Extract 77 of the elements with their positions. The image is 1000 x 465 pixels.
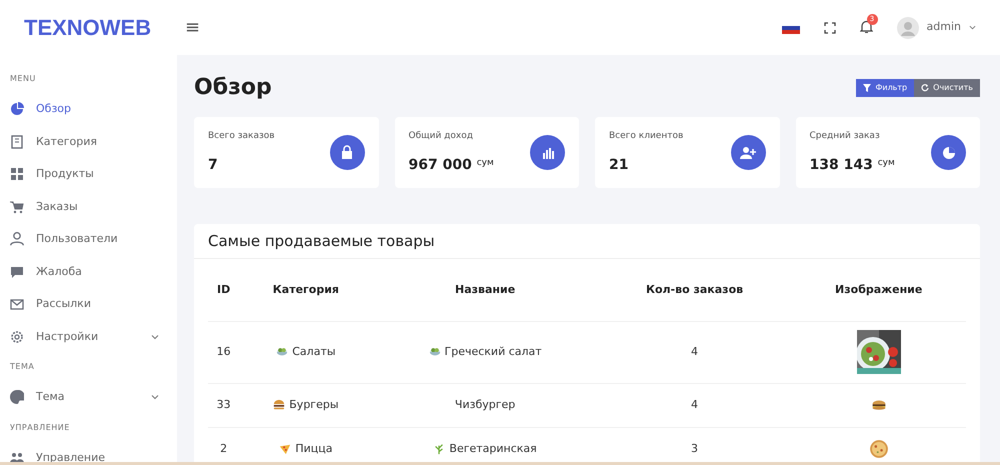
book-icon bbox=[10, 134, 24, 149]
clear-button[interactable]: Очистить bbox=[914, 79, 980, 98]
sidebar-item[interactable]: Настройки bbox=[10, 320, 177, 353]
sidebar-item-label: Пользователи bbox=[36, 231, 119, 247]
stat-label: Общий доход bbox=[408, 130, 474, 143]
salad-icon bbox=[276, 346, 288, 358]
sidebar-item[interactable]: Заказы bbox=[10, 190, 177, 223]
chevron-down-icon bbox=[969, 24, 976, 31]
sidebar-item-label: Категория bbox=[36, 134, 98, 150]
sidebar-item[interactable]: Жалоба bbox=[10, 256, 177, 288]
table-cell: Бургеры bbox=[289, 398, 339, 412]
pizza-icon bbox=[279, 443, 292, 456]
stat-label: Всего заказов bbox=[208, 130, 275, 143]
page-title: Обзор bbox=[194, 75, 272, 102]
sidebar-item[interactable]: Рассылки bbox=[10, 288, 177, 320]
bell-icon[interactable] bbox=[860, 20, 873, 34]
table-cell: 2 bbox=[220, 442, 228, 456]
column-header: Кол-во заказов bbox=[646, 282, 744, 296]
chevron-down-icon bbox=[151, 393, 159, 402]
sidebar-section-title: ТЕМА bbox=[10, 361, 36, 373]
pie-chart-icon bbox=[931, 135, 966, 170]
column-header: Изображение bbox=[835, 282, 922, 296]
sidebar-item[interactable]: Обзор bbox=[10, 93, 177, 126]
stat-label: Всего клиентов bbox=[609, 130, 684, 143]
sidebar-item-label: Заказы bbox=[36, 198, 79, 214]
filter-button[interactable]: Фильтр bbox=[856, 79, 914, 98]
user-icon bbox=[10, 232, 24, 246]
table-cell: Пицца bbox=[295, 442, 332, 456]
pie-chart-icon bbox=[10, 102, 24, 116]
menu-button[interactable]: ≡ bbox=[177, 14, 208, 41]
table-cell: Вегетаринская bbox=[449, 442, 537, 456]
sidebar-item[interactable]: Пользователи bbox=[10, 223, 177, 256]
sidebar-item-label: Продукты bbox=[36, 166, 95, 182]
sidebar-item-label: Рассылки bbox=[36, 296, 92, 312]
refresh-icon bbox=[921, 84, 930, 92]
sidebar-item-label: Жалоба bbox=[36, 264, 83, 280]
table-cell: 4 bbox=[691, 345, 698, 358]
column-header: Категория bbox=[272, 282, 339, 296]
column-header: Название bbox=[455, 282, 516, 296]
settings-icon bbox=[10, 330, 24, 344]
sidebar-item[interactable]: Категория bbox=[10, 126, 177, 158]
logo[interactable]: TEXNOWEB bbox=[0, 11, 177, 44]
chat-icon bbox=[10, 264, 24, 279]
grid-icon bbox=[10, 167, 24, 182]
sidebar-item-label: Настройки bbox=[36, 328, 100, 344]
salad-icon bbox=[428, 346, 440, 358]
sidebar-section-title: УПРАВЛЕНИЕ bbox=[10, 422, 71, 434]
fullscreen-icon[interactable] bbox=[824, 22, 836, 34]
stat-value: 138 143 $^{сум}$ bbox=[810, 156, 895, 176]
sidebar-item-label: Обзор bbox=[36, 101, 72, 117]
user-name[interactable]: admin bbox=[926, 19, 961, 36]
add-user-icon bbox=[730, 135, 766, 170]
stat-value: 21 bbox=[609, 156, 630, 176]
stat-value: 7 bbox=[208, 156, 219, 176]
table-title: Самые продаваемые товары bbox=[194, 224, 980, 260]
table-cell: Салаты bbox=[292, 345, 336, 358]
burger-icon bbox=[273, 399, 286, 412]
stat-value: 967 000 $^{сум}$ bbox=[408, 156, 494, 176]
sidebar-item[interactable]: Тема bbox=[10, 381, 177, 414]
herb-icon bbox=[433, 443, 446, 456]
column-header: ID bbox=[217, 282, 230, 296]
mail-icon bbox=[10, 297, 24, 312]
sidebar-section-title: MENU bbox=[10, 73, 37, 85]
table-cell: Чизбургер bbox=[454, 398, 516, 412]
table-cell: 33 bbox=[216, 398, 231, 412]
bar-chart-icon bbox=[530, 135, 565, 170]
table-cell: 4 bbox=[691, 398, 698, 412]
sidebar-item[interactable]: Продукты bbox=[10, 158, 177, 190]
table-cell: 16 bbox=[216, 345, 231, 358]
table-cell: Греческий салат bbox=[444, 345, 542, 358]
chevron-down-icon bbox=[151, 332, 159, 341]
filter-icon bbox=[863, 84, 872, 92]
sidebar-item-label: Тема bbox=[36, 389, 66, 405]
table-cell: 3 bbox=[691, 442, 698, 456]
stat-label: Средний заказ bbox=[810, 130, 881, 143]
cart-icon bbox=[10, 200, 24, 214]
sidebar-item-label: Управление bbox=[36, 450, 106, 465]
